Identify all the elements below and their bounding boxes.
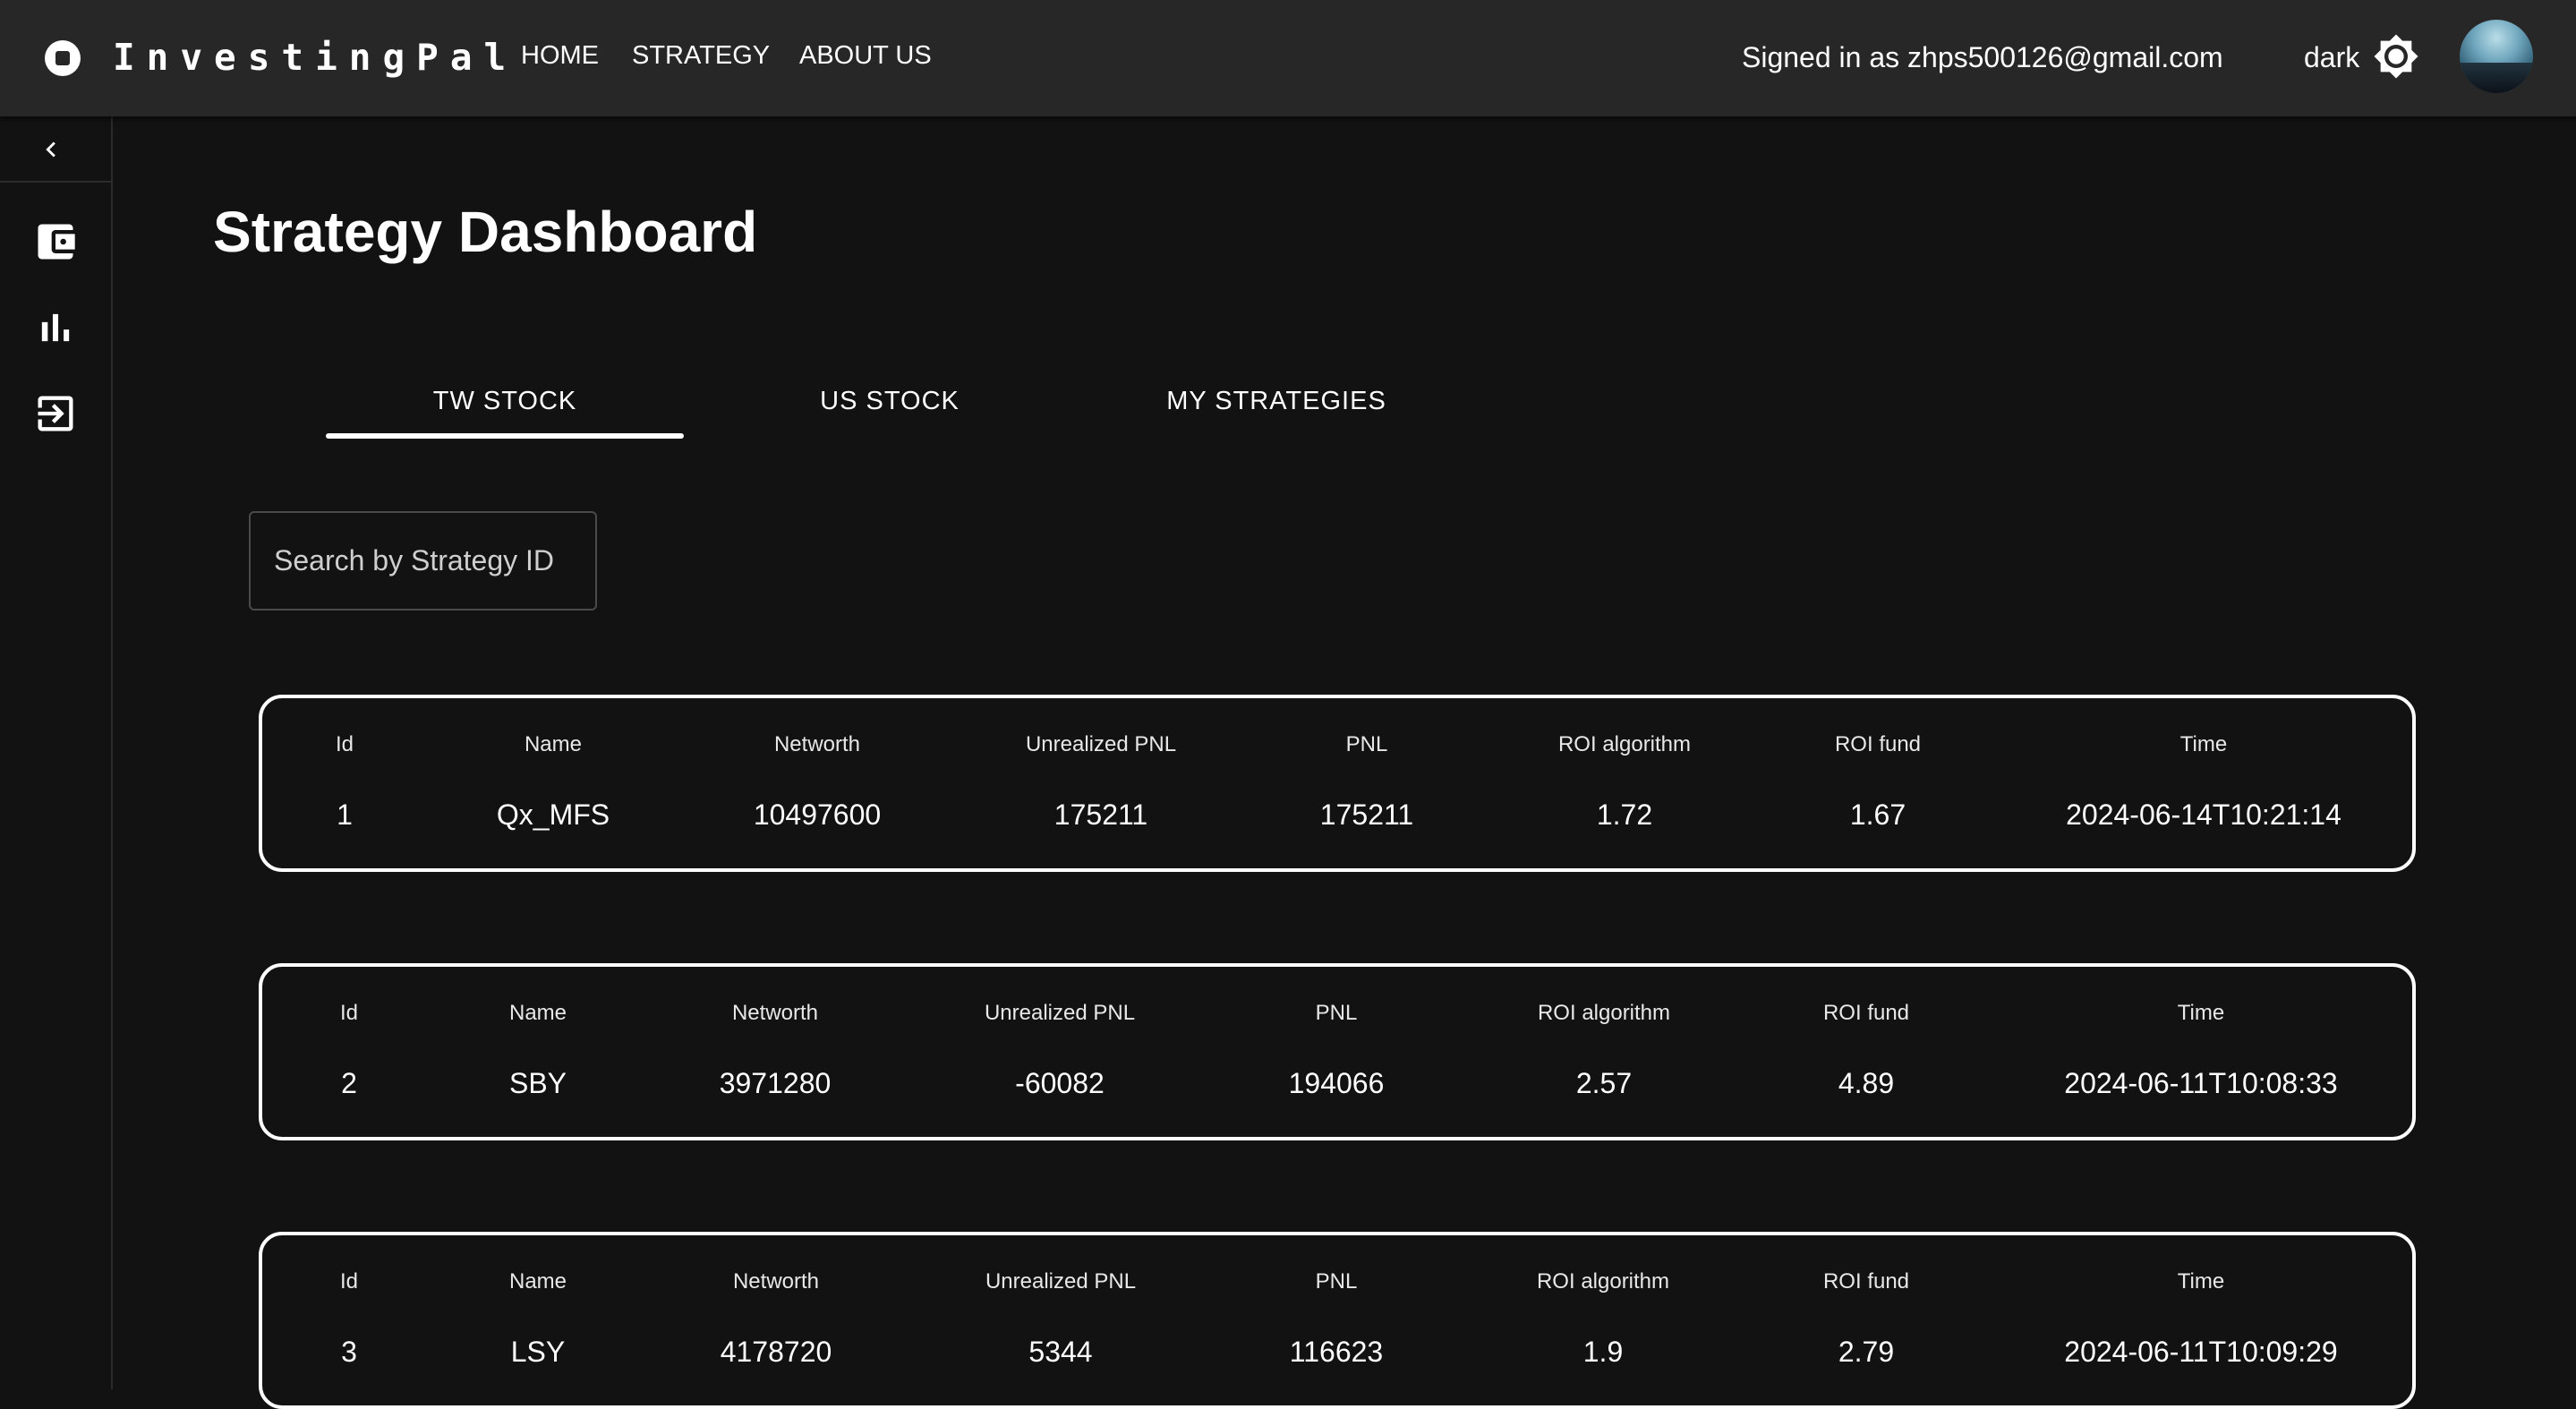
cell-roi-fund: ROI fund 4.89: [1823, 995, 1909, 1105]
header-roi-fund: ROI fund: [1822, 1269, 1910, 1294]
brightness-icon[interactable]: [2373, 33, 2419, 80]
header-roi-algorithm: ROI algorithm: [1536, 1269, 1670, 1294]
value-time: 2024-06-11T10:09:29: [2064, 1336, 2338, 1368]
value-roi-algorithm: 1.72: [1596, 798, 1653, 831]
value-roi-fund: 1.67: [1849, 798, 1906, 831]
cell-roi-algorithm: ROI algorithm 1.9: [1537, 1264, 1669, 1373]
header-name: Name: [524, 732, 583, 756]
header-time: Time: [2177, 1001, 2225, 1025]
strategy-card-1[interactable]: Id 1 Name Qx_MFS Networth 10497600 Unrealiz…: [259, 695, 2416, 872]
header-unrealized-pnl: Unrealized PNL: [1025, 732, 1177, 756]
value-networth: 4178720: [720, 1336, 832, 1368]
sidebar-collapse-button[interactable]: [0, 116, 111, 183]
header-unrealized-pnl: Unrealized PNL: [984, 1001, 1136, 1025]
sidebar: [0, 116, 113, 1389]
cell-unrealized-pnl: Unrealized PNL 175211: [1026, 727, 1176, 836]
strategy-card-2[interactable]: Id 2 Name SBY Networth 3971280 Unrealized P…: [259, 963, 2416, 1140]
header-name: Name: [508, 1269, 567, 1294]
stop-circle-icon: [45, 40, 81, 76]
strategy-card-3[interactable]: Id 3 Name LSY Networth 4178720 Unrealized P…: [259, 1232, 2416, 1409]
value-name: Qx_MFS: [496, 798, 610, 831]
header-name: Name: [508, 1001, 567, 1025]
header-id: Id: [339, 1269, 359, 1294]
tab-tw-stock[interactable]: TW STOCK: [326, 376, 684, 426]
value-time: 2024-06-14T10:21:14: [2066, 798, 2341, 831]
chevron-left-icon: [46, 141, 55, 158]
cell-unrealized-pnl: Unrealized PNL 5344: [985, 1264, 1136, 1373]
value-name: SBY: [508, 1067, 567, 1099]
cell-unrealized-pnl: Unrealized PNL -60082: [985, 995, 1135, 1105]
header-networth: Networth: [773, 732, 861, 756]
cell-name: Name Qx_MFS: [497, 727, 610, 836]
active-tab-indicator: [326, 433, 684, 439]
tab-my-strategies[interactable]: MY STRATEGIES: [1097, 376, 1455, 426]
logout-icon[interactable]: [32, 390, 79, 437]
bar-chart-icon[interactable]: [32, 304, 79, 351]
value-unrealized-pnl: -60082: [1015, 1067, 1105, 1099]
signed-in-text: Signed in as zhps500126@gmail.com: [1742, 41, 2223, 73]
cell-time: Time 2024-06-11T10:08:33: [2064, 995, 2337, 1105]
cell-time: Time 2024-06-14T10:21:14: [2066, 727, 2341, 836]
value-networth: 10497600: [753, 798, 882, 831]
value-roi-algorithm: 2.57: [1575, 1067, 1633, 1099]
tab-us-stock[interactable]: US STOCK: [711, 376, 1069, 426]
top-app-bar: InvestingPal HOME STRATEGY ABOUT US Sign…: [0, 0, 2576, 116]
page-title: Strategy Dashboard: [213, 200, 758, 264]
nav-home-button[interactable]: HOME: [521, 34, 599, 77]
header-time: Time: [2177, 1269, 2225, 1294]
header-unrealized-pnl: Unrealized PNL: [985, 1269, 1137, 1294]
value-unrealized-pnl: 175211: [1053, 798, 1148, 831]
value-name: LSY: [510, 1336, 566, 1368]
value-pnl: 175211: [1319, 798, 1414, 831]
header-id: Id: [339, 1001, 359, 1025]
strategy-id-search-input[interactable]: [249, 511, 597, 611]
value-networth: 3971280: [719, 1067, 832, 1099]
value-time: 2024-06-11T10:08:33: [2064, 1067, 2338, 1099]
value-roi-algorithm: 1.9: [1582, 1336, 1624, 1368]
cell-roi-fund: ROI fund 2.79: [1823, 1264, 1909, 1373]
value-pnl: 194066: [1288, 1067, 1385, 1099]
value-id: 2: [341, 1067, 357, 1099]
header-id: Id: [335, 732, 354, 756]
header-roi-algorithm: ROI algorithm: [1537, 1001, 1671, 1025]
value-unrealized-pnl: 5344: [1028, 1336, 1093, 1368]
cell-pnl: PNL 175211: [1320, 727, 1413, 836]
value-roi-fund: 2.79: [1838, 1336, 1895, 1368]
cell-roi-algorithm: ROI algorithm 1.72: [1558, 727, 1691, 836]
header-networth: Networth: [732, 1269, 820, 1294]
value-id: 1: [337, 798, 353, 831]
cell-id: Id 1: [336, 727, 354, 836]
cell-pnl: PNL 194066: [1289, 995, 1385, 1105]
value-pnl: 116623: [1289, 1336, 1384, 1368]
cell-time: Time 2024-06-11T10:09:29: [2064, 1264, 2337, 1373]
header-roi-fund: ROI fund: [1822, 1001, 1910, 1025]
cell-id: Id 2: [340, 995, 358, 1105]
header-pnl: PNL: [1315, 1001, 1358, 1025]
value-roi-fund: 4.89: [1838, 1067, 1895, 1099]
cell-networth: Networth 3971280: [720, 995, 832, 1105]
header-pnl: PNL: [1345, 732, 1388, 756]
theme-label: dark: [2304, 41, 2360, 73]
cell-name: Name SBY: [509, 995, 567, 1105]
header-roi-fund: ROI fund: [1834, 732, 1922, 756]
cell-name: Name LSY: [509, 1264, 567, 1373]
cell-networth: Networth 10497600: [754, 727, 881, 836]
brand-logo-text[interactable]: InvestingPal: [113, 32, 517, 82]
cell-id: Id 3: [340, 1264, 358, 1373]
header-pnl: PNL: [1315, 1269, 1358, 1294]
cell-pnl: PNL 116623: [1290, 1264, 1383, 1373]
nav-strategy-button[interactable]: STRATEGY: [632, 34, 770, 77]
header-roi-algorithm: ROI algorithm: [1557, 732, 1692, 756]
cell-networth: Networth 4178720: [721, 1264, 832, 1373]
cell-roi-fund: ROI fund 1.67: [1835, 727, 1921, 836]
header-networth: Networth: [731, 1001, 819, 1025]
value-id: 3: [341, 1336, 357, 1368]
cell-roi-algorithm: ROI algorithm 2.57: [1538, 995, 1670, 1105]
wallet-icon[interactable]: [32, 218, 79, 265]
user-avatar[interactable]: [2460, 20, 2533, 93]
nav-about-us-button[interactable]: ABOUT US: [799, 34, 932, 77]
header-time: Time: [2179, 732, 2228, 756]
